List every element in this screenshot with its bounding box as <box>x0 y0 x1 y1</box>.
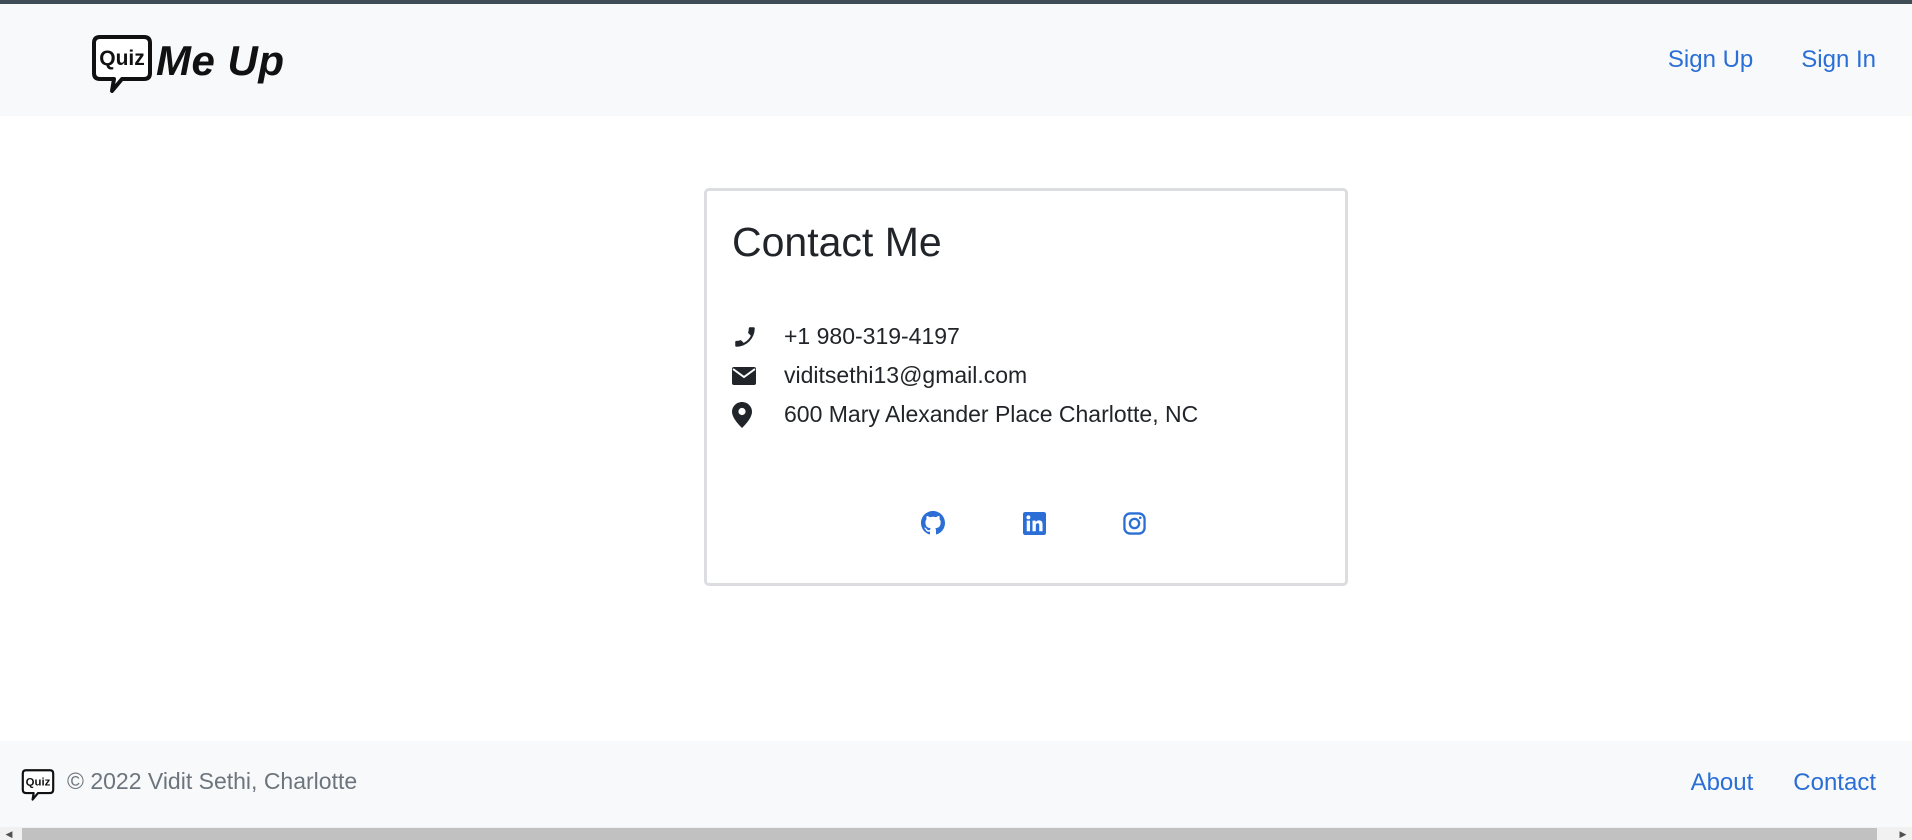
phone-number: +1 980-319-4197 <box>784 323 960 349</box>
header-nav: Sign Up Sign In <box>1668 46 1876 74</box>
scrollbar-thumb[interactable] <box>22 828 1877 840</box>
contact-address-row: 600 Mary Alexander Place Charlotte, NC <box>732 395 1198 434</box>
brand-name: Me Up <box>156 37 285 84</box>
footer: Quiz © 2022 Vidit Sethi, Charlotte About… <box>0 741 1912 827</box>
contact-phone-row: +1 980-319-4197 <box>732 317 1198 356</box>
phone-icon <box>732 324 760 350</box>
map-pin-icon <box>732 401 760 428</box>
footer-copyright: © 2022 Vidit Sethi, Charlotte <box>67 768 358 794</box>
instagram-icon <box>1122 511 1146 535</box>
email-address: viditsethi13@gmail.com <box>784 362 1028 388</box>
envelope-icon <box>732 363 760 389</box>
svg-text:Quiz: Quiz <box>99 47 145 70</box>
sign-in-link[interactable]: Sign In <box>1801 46 1876 74</box>
page-title: Contact Me <box>732 219 942 265</box>
linkedin-icon <box>1022 511 1046 535</box>
brand-link[interactable]: Quiz Me Up <box>92 31 285 101</box>
quiz-logo-icon: Quiz <box>21 769 55 801</box>
scroll-right-icon[interactable]: ▶ <box>1898 829 1908 839</box>
postal-address: 600 Mary Alexander Place Charlotte, NC <box>784 401 1199 427</box>
contact-link[interactable]: Contact <box>1793 769 1876 797</box>
svg-text:Quiz: Quiz <box>26 776 51 788</box>
contact-email-row: viditsethi13@gmail.com <box>732 356 1198 395</box>
navbar: Quiz Me Up Sign Up Sign In <box>0 4 1912 116</box>
footer-nav: About Contact <box>1691 769 1876 797</box>
quiz-logo-icon: Quiz <box>92 35 152 93</box>
contact-info-list: +1 980-319-4197 viditsethi13@gmail.com 6… <box>732 317 1198 434</box>
instagram-link[interactable] <box>1120 509 1148 537</box>
contact-card: Contact Me +1 980-319-4197 viditsethi13@… <box>704 188 1348 586</box>
sign-up-link[interactable]: Sign Up <box>1668 46 1753 74</box>
about-link[interactable]: About <box>1691 769 1754 797</box>
horizontal-scrollbar[interactable]: ◀ ▶ <box>0 827 1912 840</box>
social-links <box>707 509 1345 545</box>
scroll-left-icon[interactable]: ◀ <box>4 829 14 839</box>
github-link[interactable] <box>919 509 947 537</box>
github-icon <box>921 511 945 535</box>
linkedin-link[interactable] <box>1020 509 1048 537</box>
